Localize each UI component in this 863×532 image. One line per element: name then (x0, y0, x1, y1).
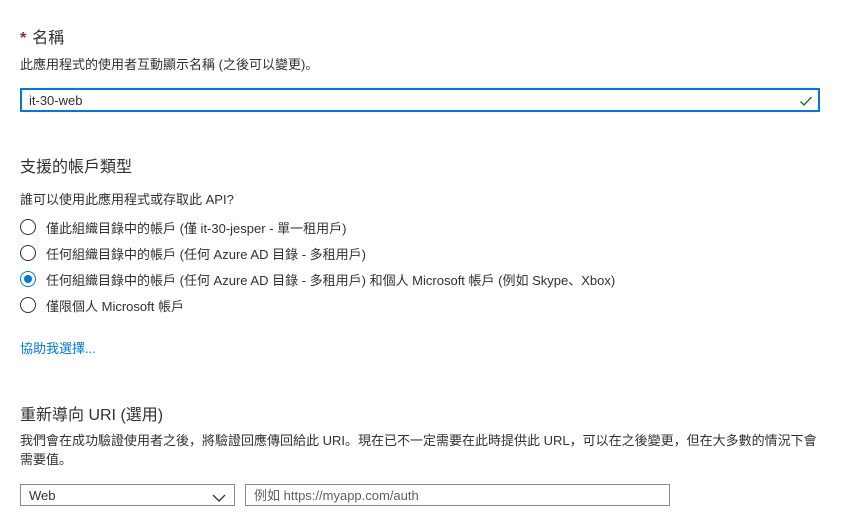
radio-circle[interactable] (20, 297, 36, 313)
radio-option-single-tenant[interactable]: 僅此組織目錄中的帳戶 (僅 it-30-jesper - 單一租用戶) (20, 216, 346, 238)
radio-label: 任何組織目錄中的帳戶 (任何 Azure AD 目錄 - 多租用戶) (46, 246, 366, 262)
name-section-title: * 名稱 (20, 24, 64, 48)
radio-label: 僅限個人 Microsoft 帳戶 (46, 298, 184, 314)
radio-circle-selected[interactable] (20, 271, 36, 287)
platform-select-value: Web (29, 488, 56, 503)
radio-label: 任何組織目錄中的帳戶 (任何 Azure AD 目錄 - 多租用戶) 和個人 M… (46, 272, 616, 288)
radio-option-multi-tenant-personal[interactable]: 任何組織目錄中的帳戶 (任何 Azure AD 目錄 - 多租用戶) 和個人 M… (20, 268, 615, 290)
account-types-title: 支援的帳戶類型 (20, 159, 133, 176)
redirect-uri-description-line2: 需要值。 (20, 452, 73, 467)
redirect-uri-title: 重新導向 URI (選用) (20, 407, 164, 424)
radio-circle[interactable] (20, 219, 36, 235)
name-field-container (20, 88, 820, 112)
radio-label: 僅此組織目錄中的帳戶 (僅 it-30-jesper - 單一租用戶) (46, 220, 347, 236)
help-me-choose-link[interactable]: 協助我選擇... (20, 338, 96, 357)
radio-option-multi-tenant[interactable]: 任何組織目錄中的帳戶 (任何 Azure AD 目錄 - 多租用戶) (20, 242, 366, 264)
required-asterisk: * (20, 30, 27, 47)
redirect-uri-description-line1: 我們會在成功驗證使用者之後，將驗證回應傳回給此 URI。現在已不一定需要在此時提… (20, 433, 817, 448)
radio-circle[interactable] (20, 245, 36, 261)
name-label: 名稱 (32, 30, 65, 47)
redirect-uri-input[interactable] (245, 484, 670, 506)
account-types-question: 誰可以使用此應用程式或存取此 API? (20, 192, 234, 207)
checkmark-icon (799, 94, 813, 107)
name-input[interactable] (29, 91, 789, 109)
name-description: 此應用程式的使用者互動顯示名稱 (之後可以變更)。 (20, 57, 319, 72)
chevron-down-icon (212, 490, 226, 502)
radio-option-personal-only[interactable]: 僅限個人 Microsoft 帳戶 (20, 294, 184, 316)
platform-select[interactable]: Web (20, 484, 235, 506)
